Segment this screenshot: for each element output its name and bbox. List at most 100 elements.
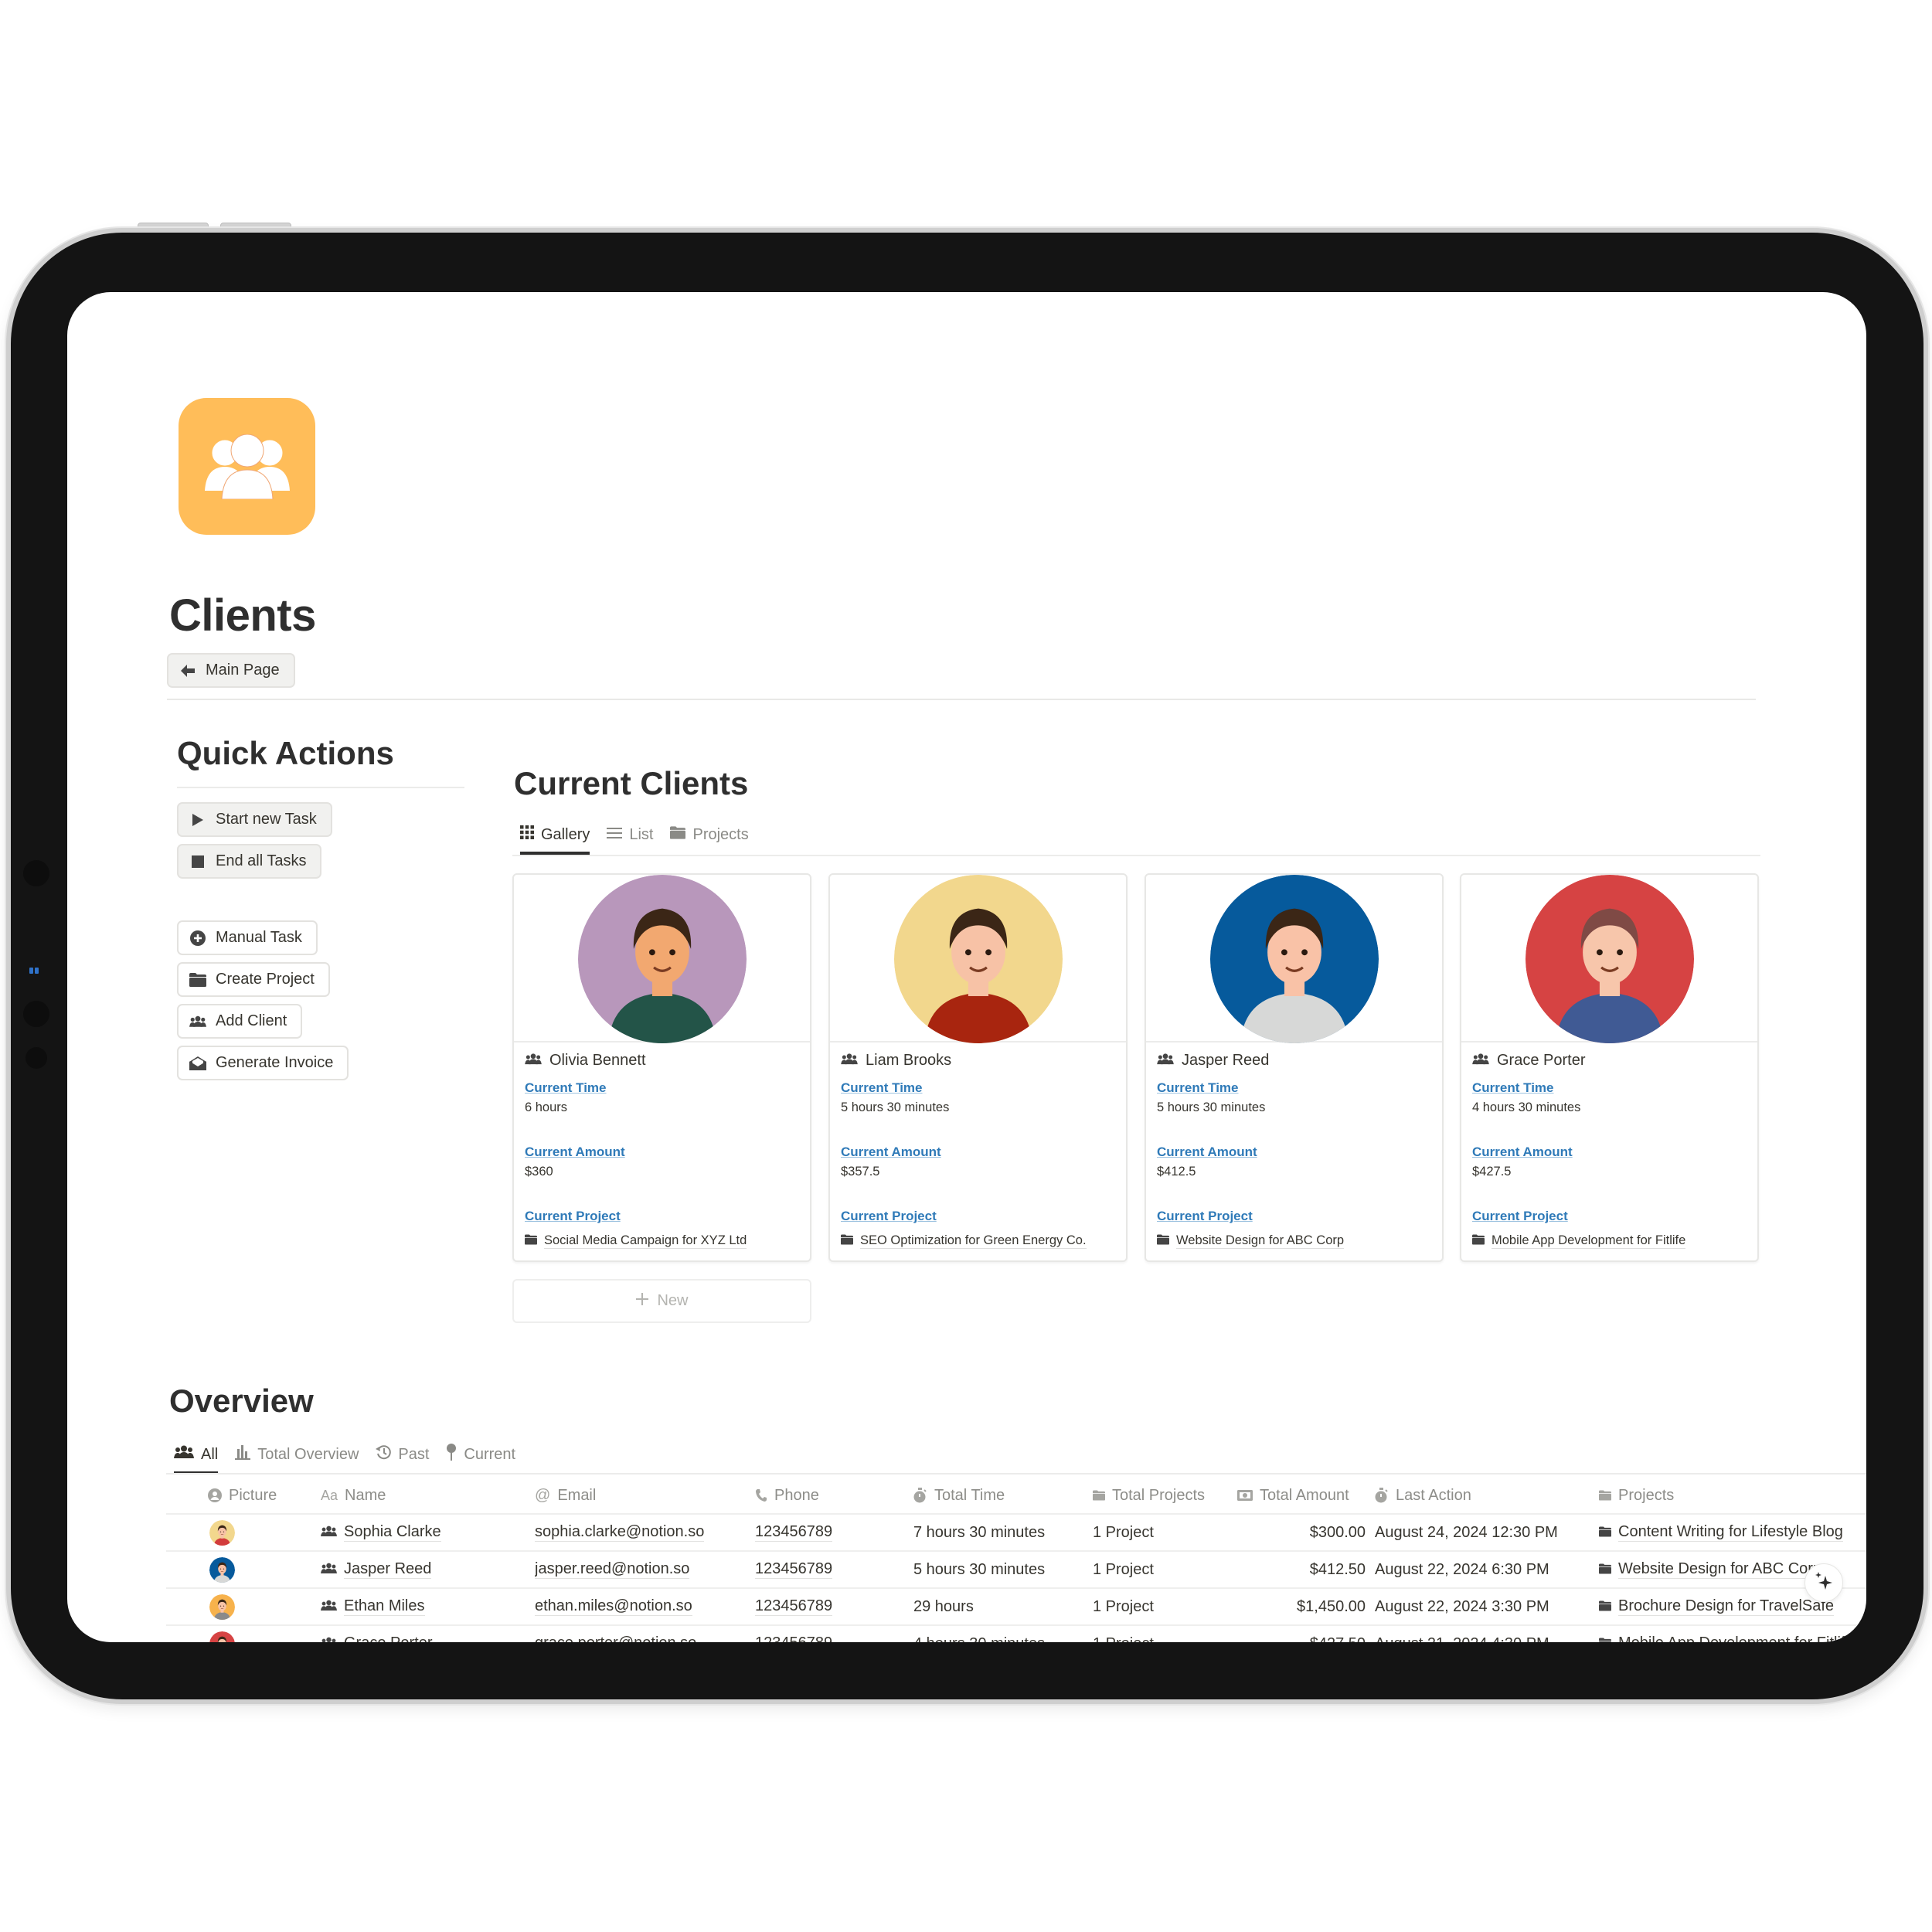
last-action-value: August 22, 2024 6:30 PM bbox=[1375, 1560, 1549, 1578]
page-icon[interactable] bbox=[179, 398, 315, 535]
last-action-cell: August 21, 2024 4:30 PM bbox=[1375, 1635, 1599, 1643]
current-time-value: 5 hours 30 minutes bbox=[1157, 1100, 1266, 1114]
tab-list-label: List bbox=[629, 825, 654, 843]
column-header-name[interactable]: Aa Name bbox=[321, 1487, 535, 1505]
projects-cell[interactable]: Mobile App Development for Fitlife bbox=[1599, 1634, 1862, 1642]
overview-view-tabs: All Total Overview Past Current bbox=[174, 1444, 515, 1476]
sparkle-icon bbox=[1814, 1571, 1834, 1595]
project-link: Brochure Design for TravelSafe bbox=[1618, 1597, 1835, 1616]
current-clients-view-tabs: Gallery List Projects bbox=[520, 825, 749, 855]
list-icon bbox=[607, 826, 623, 844]
divider bbox=[167, 699, 1756, 700]
tab-projects[interactable]: Projects bbox=[670, 825, 749, 855]
plus-icon bbox=[635, 1292, 649, 1311]
table-row[interactable]: Sophia Clarke sophia.clarke@notion.so 12… bbox=[166, 1515, 1866, 1552]
name-cell[interactable]: Sophia Clarke bbox=[321, 1523, 535, 1542]
overview-heading: Overview bbox=[169, 1383, 314, 1419]
at-icon: @ bbox=[535, 1486, 551, 1504]
end-all-tasks-button[interactable]: End all Tasks bbox=[177, 844, 322, 879]
tab-past[interactable]: Past bbox=[376, 1444, 429, 1475]
tab-current[interactable]: Current bbox=[446, 1444, 515, 1476]
start-new-task-button[interactable]: Start new Task bbox=[177, 802, 332, 837]
client-card[interactable]: Olivia Bennett Current Time 6 hours Curr… bbox=[512, 873, 811, 1262]
column-header-total-time[interactable]: Total Time bbox=[913, 1487, 1093, 1505]
folder-icon bbox=[670, 825, 686, 844]
current-project-link[interactable]: Mobile App Development for Fitlife bbox=[1472, 1233, 1747, 1249]
phone-cell[interactable]: 123456789 bbox=[755, 1523, 913, 1542]
current-project-link[interactable]: SEO Optimization for Green Energy Co. bbox=[841, 1233, 1115, 1249]
name-cell[interactable]: Jasper Reed bbox=[321, 1560, 535, 1579]
total-time-cell: 29 hours bbox=[913, 1598, 1093, 1616]
phone-cell[interactable]: 123456789 bbox=[755, 1597, 913, 1616]
total-projects-value: 1 Project bbox=[1093, 1597, 1154, 1615]
manual-task-button[interactable]: Manual Task bbox=[177, 920, 318, 955]
client-name-text: Olivia Bennett bbox=[549, 1052, 646, 1069]
client-name: Jasper Reed bbox=[1157, 1052, 1431, 1070]
total-time-value: 5 hours 30 minutes bbox=[913, 1560, 1046, 1578]
column-header-label: Email bbox=[557, 1486, 597, 1504]
email-cell[interactable]: grace.porter@notion.so bbox=[535, 1634, 755, 1642]
tab-list[interactable]: List bbox=[607, 826, 653, 855]
phone-value: 123456789 bbox=[755, 1523, 833, 1542]
projects-cell[interactable]: Content Writing for Lifestyle Blog bbox=[1599, 1523, 1862, 1542]
column-header-email[interactable]: @ Email bbox=[535, 1487, 755, 1505]
folder-icon bbox=[1599, 1490, 1611, 1501]
people-icon bbox=[321, 1524, 337, 1542]
current-project-name: Mobile App Development for Fitlife bbox=[1492, 1233, 1686, 1249]
project-link: Content Writing for Lifestyle Blog bbox=[1618, 1523, 1843, 1542]
tab-all[interactable]: All bbox=[174, 1445, 219, 1475]
card-cover bbox=[830, 875, 1126, 1043]
client-card[interactable]: Grace Porter Current Time 4 hours 30 min… bbox=[1460, 873, 1759, 1262]
folder-icon bbox=[1599, 1561, 1611, 1579]
client-name-text: Jasper Reed bbox=[1182, 1052, 1270, 1069]
end-all-tasks-label: End all Tasks bbox=[216, 852, 307, 869]
stop-icon bbox=[189, 853, 206, 870]
create-project-button[interactable]: Create Project bbox=[177, 962, 330, 997]
name-cell[interactable]: Ethan Miles bbox=[321, 1597, 535, 1616]
email-cell[interactable]: sophia.clarke@notion.so bbox=[535, 1523, 755, 1542]
email-cell[interactable]: ethan.miles@notion.so bbox=[535, 1597, 755, 1616]
total-projects-cell: 1 Project bbox=[1093, 1635, 1237, 1643]
column-header-phone[interactable]: Phone bbox=[755, 1487, 913, 1505]
phone-cell[interactable]: 123456789 bbox=[755, 1560, 913, 1579]
table-row[interactable]: Jasper Reed jasper.reed@notion.so 123456… bbox=[166, 1552, 1866, 1589]
add-client-button[interactable]: Add Client bbox=[177, 1004, 303, 1039]
play-icon bbox=[189, 811, 206, 828]
column-header-picture[interactable]: Picture bbox=[166, 1487, 321, 1505]
current-amount-value: $357.5 bbox=[841, 1165, 880, 1179]
current-project-link[interactable]: Social Media Campaign for XYZ Ltd bbox=[525, 1233, 799, 1249]
person-circle-icon bbox=[208, 1488, 222, 1502]
people-icon bbox=[174, 1445, 194, 1464]
tab-total-overview[interactable]: Total Overview bbox=[235, 1444, 359, 1475]
column-header-projects[interactable]: Projects bbox=[1599, 1487, 1862, 1505]
client-card[interactable]: Liam Brooks Current Time 5 hours 30 minu… bbox=[828, 873, 1128, 1262]
total-time-value: 7 hours 30 minutes bbox=[913, 1523, 1046, 1541]
main-page-button[interactable]: Main Page bbox=[167, 653, 295, 688]
column-header-total-projects[interactable]: Total Projects bbox=[1093, 1487, 1237, 1505]
total-time-cell: 7 hours 30 minutes bbox=[913, 1524, 1093, 1542]
ai-assistant-button[interactable] bbox=[1804, 1563, 1843, 1602]
client-card[interactable]: Jasper Reed Current Time 5 hours 30 minu… bbox=[1145, 873, 1444, 1262]
tab-gallery[interactable]: Gallery bbox=[520, 825, 590, 855]
table-row[interactable]: Grace Porter grace.porter@notion.so 1234… bbox=[166, 1626, 1866, 1642]
column-header-last-action[interactable]: Last Action bbox=[1375, 1487, 1599, 1505]
people-icon bbox=[1157, 1052, 1174, 1070]
name-cell[interactable]: Grace Porter bbox=[321, 1634, 535, 1642]
email-value: ethan.miles@notion.so bbox=[535, 1597, 692, 1616]
current-clients-heading: Current Clients bbox=[514, 765, 749, 801]
phone-cell[interactable]: 123456789 bbox=[755, 1634, 913, 1642]
client-name: Liam Brooks bbox=[841, 1052, 1115, 1070]
email-cell[interactable]: jasper.reed@notion.so bbox=[535, 1560, 755, 1579]
total-projects-value: 1 Project bbox=[1093, 1560, 1154, 1578]
new-card-button[interactable]: New bbox=[512, 1279, 811, 1323]
current-project-link[interactable]: Website Design for ABC Corp bbox=[1157, 1233, 1431, 1249]
folder-icon bbox=[1599, 1524, 1611, 1542]
folder-icon bbox=[525, 1233, 537, 1249]
column-header-label: Total Time bbox=[934, 1486, 1005, 1504]
manual-task-label: Manual Task bbox=[216, 929, 302, 946]
start-new-task-label: Start new Task bbox=[216, 811, 317, 828]
grid-icon bbox=[520, 825, 534, 844]
column-header-total-amount[interactable]: Total Amount bbox=[1237, 1487, 1375, 1505]
table-row[interactable]: Ethan Miles ethan.miles@notion.so 123456… bbox=[166, 1589, 1866, 1626]
generate-invoice-button[interactable]: Generate Invoice bbox=[177, 1046, 349, 1080]
